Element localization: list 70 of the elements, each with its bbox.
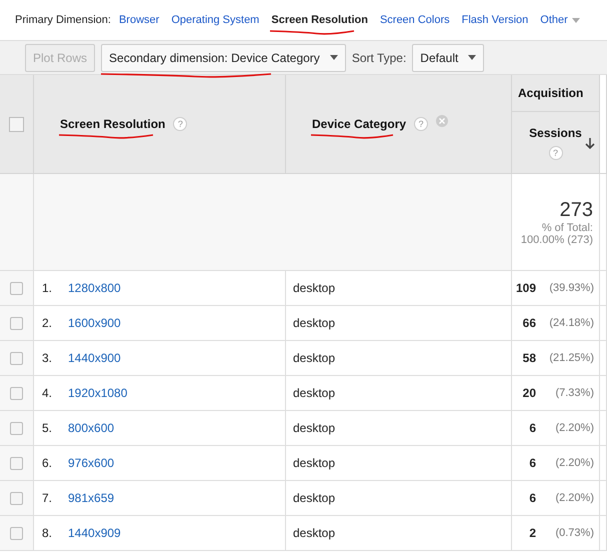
- row-number: 4.: [42, 386, 54, 400]
- column-header[interactable]: Device Category: [312, 117, 406, 131]
- column-header[interactable]: Sessions: [529, 126, 582, 140]
- sessions-percent: (2.20%): [554, 457, 594, 469]
- sessions-percent: (2.20%): [554, 422, 594, 434]
- sort-arrow-icon[interactable]: [585, 138, 595, 150]
- remove-icon[interactable]: [436, 115, 448, 127]
- resolution-link[interactable]: 800x600: [68, 421, 114, 435]
- row-number: 3.: [42, 351, 54, 365]
- dimension-tab[interactable]: Screen Colors: [380, 14, 450, 26]
- caret-icon: [572, 18, 580, 22]
- caret-icon: [330, 55, 338, 60]
- dimension-tab[interactable]: Other: [540, 14, 580, 26]
- sessions-percent: (0.73%): [554, 527, 594, 539]
- sort-type-dropdown[interactable]: Default: [412, 44, 484, 72]
- row-number: 5.: [42, 421, 54, 435]
- table-cell: desktop: [293, 526, 336, 540]
- total-label: % of Total:: [542, 222, 593, 234]
- caret-icon: [468, 55, 476, 60]
- row-number: 1.: [42, 281, 54, 295]
- sessions-value: 66: [522, 316, 536, 330]
- table-cell: desktop: [293, 351, 336, 365]
- checkbox[interactable]: [9, 116, 24, 132]
- sessions-value: 6: [529, 456, 536, 470]
- resolution-link[interactable]: 1440x900: [68, 351, 121, 365]
- resolution-link[interactable]: 1280x800: [68, 281, 121, 295]
- sessions-value: 58: [522, 351, 536, 365]
- sessions-percent: (2.20%): [554, 492, 594, 504]
- dimension-tab[interactable]: Operating System: [171, 14, 260, 26]
- sessions-value: 6: [529, 421, 536, 435]
- resolution-link[interactable]: 1600x900: [68, 316, 121, 330]
- row-number: 8.: [42, 526, 54, 540]
- resolution-link[interactable]: 981x659: [68, 491, 114, 505]
- dimension-tab[interactable]: Screen Resolution: [271, 14, 368, 26]
- sessions-percent: (21.25%): [548, 352, 594, 364]
- column-group-header: Acquisition: [518, 86, 584, 100]
- sort-type-label: Sort Type:: [352, 50, 406, 64]
- sessions-value: 20: [522, 386, 536, 400]
- sessions-percent: (7.33%): [554, 387, 594, 399]
- sessions-value: 109: [516, 281, 536, 295]
- checkbox[interactable]: [10, 386, 23, 400]
- sessions-value: 6: [529, 491, 536, 505]
- checkbox[interactable]: [10, 316, 23, 330]
- checkbox[interactable]: [10, 492, 23, 504]
- row-number: 6.: [42, 456, 54, 470]
- dimension-tab[interactable]: Browser: [118, 14, 160, 26]
- resolution-link[interactable]: 976x600: [68, 456, 114, 470]
- table-cell: desktop: [293, 386, 336, 400]
- checkbox[interactable]: [10, 422, 23, 434]
- table-cell: desktop: [293, 316, 336, 330]
- table-cell: desktop: [293, 491, 336, 505]
- row-number: 2.: [42, 316, 54, 330]
- dimension-tab[interactable]: Flash Version: [462, 14, 528, 26]
- checkbox[interactable]: [10, 282, 23, 294]
- table-cell: desktop: [293, 421, 336, 435]
- column-header[interactable]: Screen Resolution: [60, 117, 166, 131]
- resolution-link[interactable]: 1920x1080: [68, 386, 128, 400]
- sessions-value: 2: [529, 526, 536, 540]
- checkbox[interactable]: [10, 526, 23, 540]
- total-detail: 100.00% (273): [520, 234, 593, 246]
- resolution-link[interactable]: 1440x909: [68, 526, 121, 540]
- primary-dimension-label: Primary Dimension:: [15, 14, 111, 26]
- sessions-percent: (24.18%): [548, 317, 594, 329]
- table-cell: desktop: [293, 456, 336, 470]
- sessions-percent: (39.93%): [548, 282, 594, 294]
- row-number: 7.: [42, 491, 54, 505]
- checkbox[interactable]: [10, 352, 23, 364]
- checkbox[interactable]: [10, 456, 23, 470]
- total-sessions: 273: [560, 198, 593, 222]
- table-cell: desktop: [293, 281, 336, 295]
